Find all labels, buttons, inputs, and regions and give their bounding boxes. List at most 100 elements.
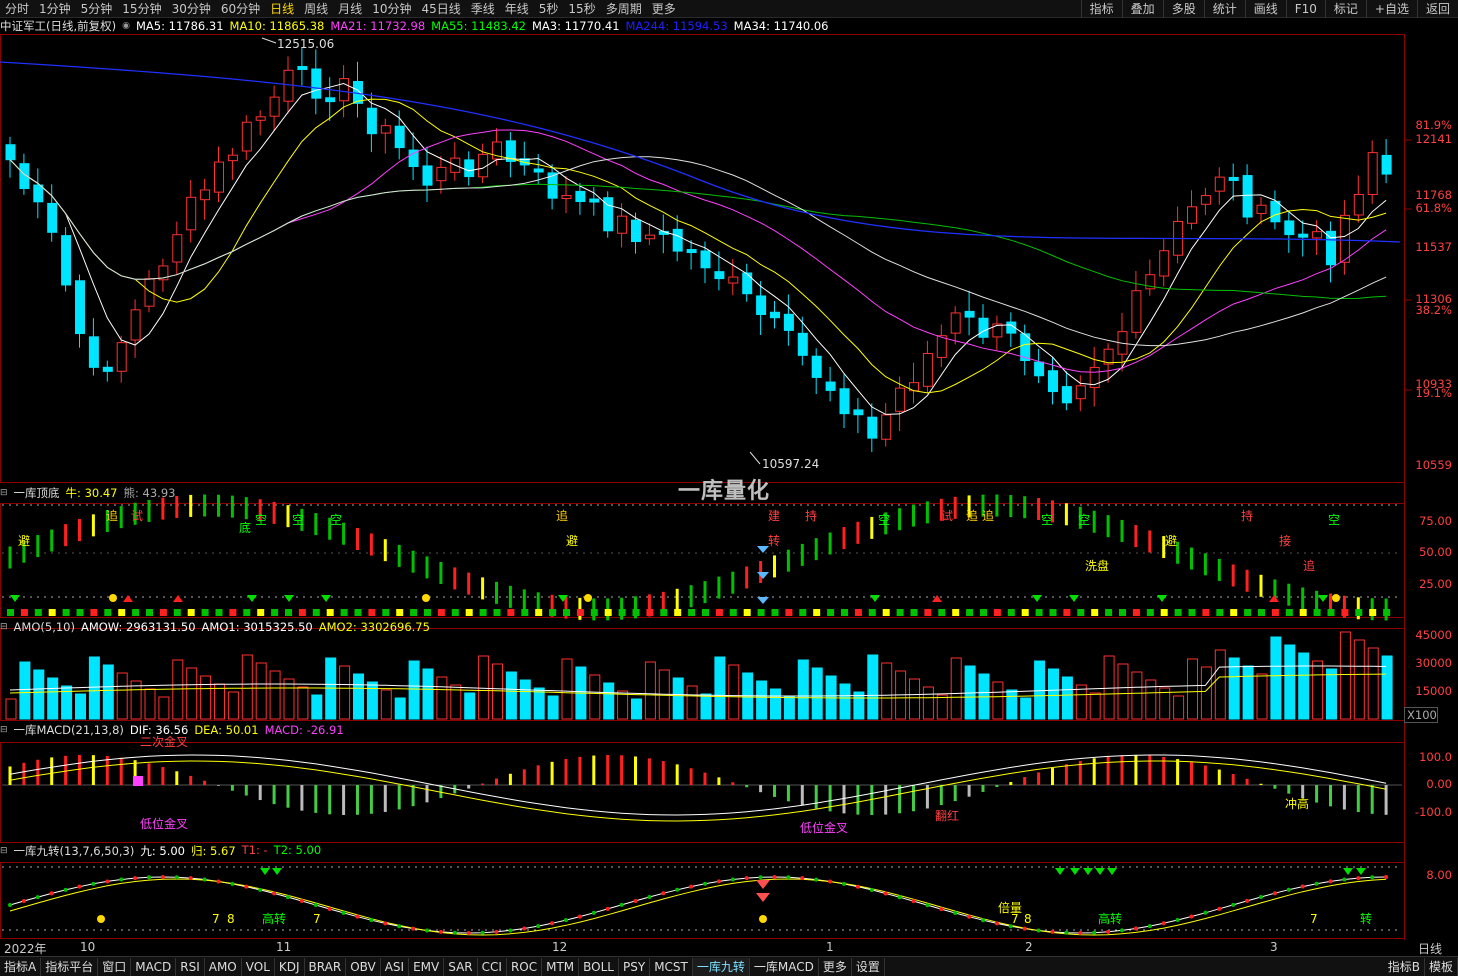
ruby-icon: [756, 893, 770, 902]
sell-triangle-icon: [272, 868, 282, 875]
indicator-tab[interactable]: KDJ: [275, 957, 305, 976]
candle: [75, 280, 85, 335]
amo-bar: [1256, 673, 1268, 720]
candle: [394, 125, 405, 149]
amo-bar: [867, 654, 879, 720]
amo-bar: [1006, 689, 1018, 720]
indicator-tab[interactable]: PSY: [619, 957, 651, 976]
indicator-tab[interactable]: ASI: [381, 957, 410, 976]
nine-dot: [1161, 921, 1166, 926]
indicator-tab[interactable]: EMV: [409, 957, 445, 976]
sell-triangle-icon: [1107, 868, 1117, 875]
amo-bar: [909, 678, 920, 720]
collapse-icon[interactable]: ⊟: [0, 846, 8, 856]
nine-dot: [1064, 930, 1069, 935]
nine-dot: [730, 877, 735, 882]
indicator-tab[interactable]: 指标平台: [41, 957, 99, 976]
buy-triangle-icon: [932, 595, 942, 602]
nine-dot: [147, 875, 151, 880]
indicator-tab[interactable]: BRAR: [305, 957, 347, 976]
amo-bar: [700, 693, 712, 720]
p1-square: [924, 609, 932, 616]
indicator-tab[interactable]: RSI: [176, 957, 205, 976]
indicator-tab[interactable]: SAR: [444, 957, 478, 976]
p1-square: [841, 609, 848, 616]
sell-triangle-icon: [1356, 868, 1366, 875]
indicator-tab[interactable]: ROC: [507, 957, 543, 976]
candle: [950, 312, 961, 334]
candle: [436, 166, 447, 182]
indicator-tab[interactable]: OBV: [346, 957, 381, 976]
p1-square: [1132, 609, 1140, 616]
amo-bar: [1020, 697, 1032, 720]
nine-dot: [1245, 898, 1250, 903]
indicator-tab[interactable]: 指标B: [1384, 957, 1425, 976]
candle: [797, 332, 808, 356]
indicator-tab[interactable]: 模板: [1425, 957, 1458, 976]
indicator-tab[interactable]: 指标A: [0, 957, 42, 976]
collapse-icon[interactable]: ⊟: [0, 622, 8, 632]
amo-bar: [1381, 655, 1393, 720]
p1-signal: 追: [1303, 558, 1315, 573]
candle: [700, 250, 711, 269]
nine-dot: [188, 876, 193, 881]
indicator-tab[interactable]: 一库MACD: [750, 957, 819, 976]
indicator-tab[interactable]: 更多: [819, 957, 852, 976]
indicator-tab[interactable]: BOLL: [579, 957, 619, 976]
p1-signal: 空: [878, 513, 890, 527]
amo-bar: [631, 698, 642, 720]
amo-bar: [561, 658, 573, 720]
buy-triangle-icon: [173, 595, 183, 602]
p1-square: [257, 609, 265, 616]
bottom-right-tools: 指标B 模板: [1384, 957, 1458, 976]
nine-note: 7: [1011, 912, 1019, 926]
nine-dot: [313, 903, 318, 908]
collapse-icon[interactable]: ⊟: [0, 488, 8, 498]
p1-square: [938, 609, 946, 616]
p1-square: [576, 609, 584, 616]
price-axis-label: 38.2%: [1415, 303, 1452, 317]
nine-dot: [466, 930, 471, 935]
date-label: 2: [1025, 940, 1033, 954]
nine-dot: [1314, 881, 1319, 886]
amo-bar: [1103, 655, 1115, 720]
p1-square: [910, 609, 918, 616]
high-marker: [261, 37, 277, 44]
indicator-tab[interactable]: 设置: [852, 957, 885, 976]
indicator-tab[interactable]: 一库九转: [692, 957, 750, 976]
sell-triangle-icon: [1069, 595, 1079, 602]
amo-bar: [714, 656, 726, 720]
p1-square: [104, 609, 112, 616]
p1-square: [1049, 609, 1057, 616]
collapse-icon[interactable]: ⊟: [0, 725, 8, 735]
indicator-tab[interactable]: MCST: [650, 957, 693, 976]
amo-bar: [144, 688, 156, 720]
nine-dot: [633, 898, 638, 903]
p1-square: [966, 609, 974, 616]
indicator-tab[interactable]: MTM: [542, 957, 580, 976]
candle: [172, 234, 183, 263]
p1-signal: 试: [941, 508, 953, 523]
signal-dot-icon: [759, 915, 767, 923]
nine-dot: [286, 895, 290, 900]
period-label[interactable]: 日线: [1418, 940, 1442, 957]
indicator-tab[interactable]: MACD: [131, 957, 177, 976]
indicator-tab[interactable]: AMO: [205, 957, 242, 976]
price-axis-label: 10559: [1415, 458, 1452, 472]
candle: [631, 219, 641, 243]
p1-square: [660, 609, 668, 616]
nine-note: 转: [1360, 911, 1372, 926]
p1-square: [549, 609, 557, 616]
amo-bar: [1187, 658, 1198, 720]
candle: [1228, 176, 1239, 181]
p1-square: [201, 609, 209, 616]
candle: [116, 342, 127, 372]
indicator-tab[interactable]: 窗口: [98, 957, 132, 976]
indicator-tab[interactable]: CCI: [478, 957, 507, 976]
indicator-tab[interactable]: VOL: [242, 957, 275, 976]
sell-triangle-icon: [247, 595, 257, 602]
candle: [1284, 220, 1295, 236]
candle: [783, 313, 794, 331]
nine-dot: [772, 875, 777, 880]
p1-square: [674, 609, 682, 616]
